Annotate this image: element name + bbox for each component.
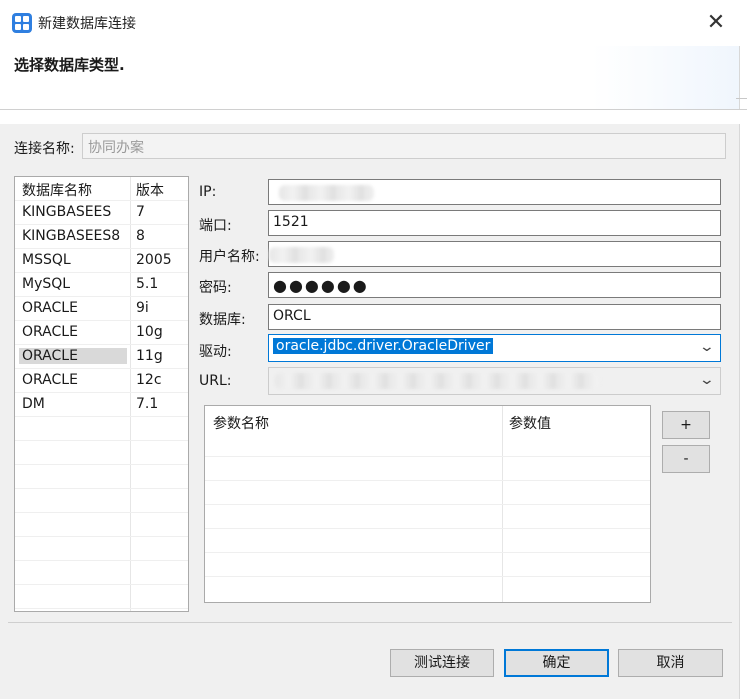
db-name-cell: DM: [22, 396, 45, 412]
banner-divider: [0, 109, 747, 110]
param-header-value: 参数值: [509, 416, 551, 432]
driver-select[interactable]: oracle.jdbc.driver.OracleDriver ⌄: [268, 334, 721, 362]
empty-row: [15, 561, 188, 585]
db-name-cell: ORACLE: [19, 348, 127, 364]
db-name-cell: KINGBASEES8: [22, 228, 121, 244]
password-label: 密码:: [199, 280, 232, 296]
banner-divider-right: [736, 98, 747, 99]
db-name-cell: ORACLE: [22, 372, 78, 388]
empty-row: [15, 489, 188, 513]
param-row-line: [205, 504, 650, 505]
url-select[interactable]: ⌄: [268, 367, 721, 395]
db-version-cell: 8: [136, 228, 145, 244]
db-version-cell: 10g: [136, 324, 163, 340]
database-input[interactable]: ORCL: [268, 304, 721, 330]
param-row-line: [205, 552, 650, 553]
db-version-cell: 12c: [136, 372, 162, 388]
db-version-cell: 11g: [136, 348, 163, 364]
param-row-line: [205, 456, 650, 457]
table-row[interactable]: ORACLE 10g: [15, 321, 188, 345]
db-name-cell: ORACLE: [22, 300, 78, 316]
cancel-button[interactable]: 取消: [618, 649, 723, 677]
redacted-value: [279, 185, 374, 201]
add-param-button[interactable]: +: [662, 411, 710, 439]
db-name-cell: KINGBASEES: [22, 204, 112, 220]
empty-row: [15, 585, 188, 609]
db-version-cell: 9i: [136, 300, 149, 316]
db-name-cell: MSSQL: [22, 252, 71, 268]
database-type-table[interactable]: 数据库名称 版本 KINGBASEES 7 KINGBASEES8 8 MSSQ…: [14, 176, 189, 612]
port-label: 端口:: [199, 218, 232, 234]
db-header-version: 版本: [136, 183, 164, 199]
chevron-down-icon[interactable]: ⌄: [699, 339, 715, 355]
table-row[interactable]: ORACLE 9i: [15, 297, 188, 321]
empty-row: [15, 441, 188, 465]
param-table-header: 参数名称 参数值: [205, 406, 650, 436]
table-row[interactable]: MSSQL 2005: [15, 249, 188, 273]
table-row-selected[interactable]: ORACLE 11g: [15, 345, 188, 369]
ip-label: IP:: [199, 184, 217, 200]
empty-row: [15, 417, 188, 441]
ok-button[interactable]: 确定: [504, 649, 609, 677]
table-row[interactable]: MySQL 5.1: [15, 273, 188, 297]
username-label: 用户名称:: [199, 249, 260, 265]
driver-label: 驱动:: [199, 344, 232, 360]
parameters-table[interactable]: 参数名称 参数值: [204, 405, 651, 603]
header-banner: 选择数据库类型.: [0, 46, 747, 124]
redacted-value: [275, 373, 600, 389]
port-input[interactable]: 1521: [268, 210, 721, 236]
param-row-line: [205, 480, 650, 481]
password-input[interactable]: ●●●●●●: [268, 272, 721, 298]
db-table-header: 数据库名称 版本: [15, 177, 188, 201]
ip-input[interactable]: [268, 179, 721, 205]
redacted-value: [269, 247, 334, 263]
param-row-line: [205, 528, 650, 529]
param-row-line: [205, 576, 650, 577]
empty-row: [15, 465, 188, 489]
param-header-name: 参数名称: [213, 416, 269, 432]
database-app-icon: [12, 13, 32, 33]
table-row[interactable]: KINGBASEES8 8: [15, 225, 188, 249]
window-title: 新建数据库连接: [38, 16, 136, 32]
remove-param-button[interactable]: -: [662, 445, 710, 473]
db-version-cell: 7: [136, 204, 145, 220]
connection-name-input[interactable]: 协同办案: [82, 133, 726, 159]
test-connection-button[interactable]: 测试连接: [390, 649, 494, 677]
database-label: 数据库:: [199, 312, 246, 328]
db-version-cell: 2005: [136, 252, 172, 268]
banner-title: 选择数据库类型.: [14, 56, 125, 74]
table-row[interactable]: DM 7.1: [15, 393, 188, 417]
chevron-down-icon[interactable]: ⌄: [699, 372, 715, 388]
url-label: URL:: [199, 373, 232, 389]
db-version-cell: 7.1: [136, 396, 159, 412]
driver-selected-value: oracle.jdbc.driver.OracleDriver: [273, 338, 494, 354]
banner-panel: 选择数据库类型.: [4, 46, 740, 110]
db-name-cell: ORACLE: [22, 324, 78, 340]
db-version-cell: 5.1: [136, 276, 159, 292]
db-name-cell: MySQL: [22, 276, 71, 292]
dialog-content: 连接名称: 协同办案 数据库名称 版本 KINGBASEES 7 KINGBAS…: [0, 124, 740, 699]
footer-divider: [8, 622, 732, 623]
empty-row: [15, 513, 188, 537]
title-bar: 新建数据库连接 ✕: [0, 0, 747, 46]
connection-name-label: 连接名称:: [14, 141, 75, 157]
close-icon[interactable]: ✕: [703, 10, 729, 36]
table-row[interactable]: KINGBASEES 7: [15, 201, 188, 225]
username-input[interactable]: [268, 241, 721, 267]
empty-row: [15, 537, 188, 561]
table-row[interactable]: ORACLE 12c: [15, 369, 188, 393]
db-header-name: 数据库名称: [22, 183, 92, 199]
